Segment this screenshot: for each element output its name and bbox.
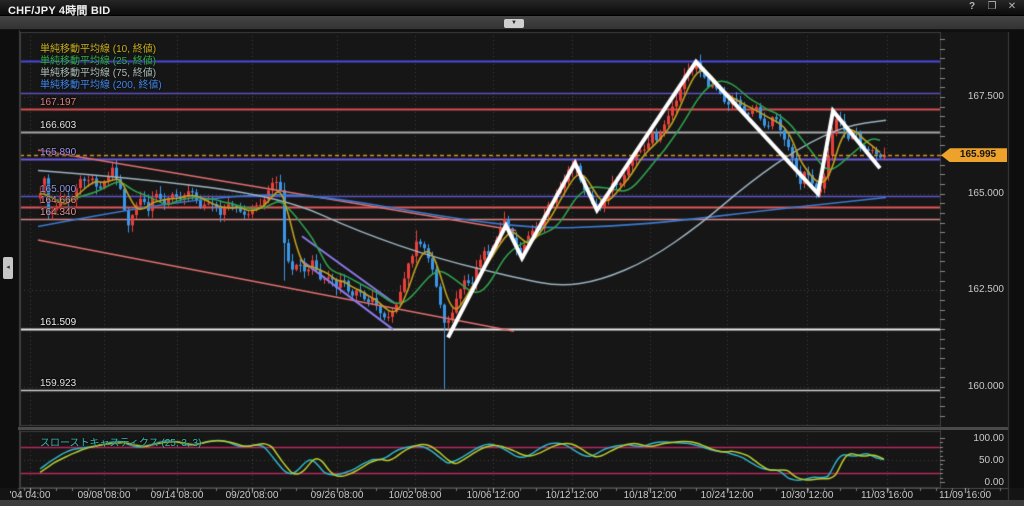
price-line-label: 164.340 [40, 207, 76, 218]
window-bottom-edge [0, 500, 1024, 506]
y-axis-label: 162.500 [948, 284, 1004, 295]
y-axis-label: 167.500 [948, 91, 1004, 102]
stoch-axis-label: 100.00 [948, 433, 1004, 444]
close-icon[interactable]: ✕ [1006, 1, 1018, 12]
stoch-axis-label: 50.00 [948, 455, 1004, 466]
price-line-label: 167.197 [40, 97, 76, 108]
y-axis-label: 165.000 [948, 188, 1004, 199]
stoch-legend: スローストキャスティクス (25, 3, 3) [40, 434, 201, 449]
side-panel-handle[interactable]: ◂ [3, 257, 13, 279]
help-button[interactable]: ? [966, 1, 978, 12]
price-line-label: 165.000 [40, 184, 76, 195]
price-line-label: 164.666 [40, 195, 76, 206]
price-line-label: 159.923 [40, 378, 76, 389]
title-bar[interactable]: CHF/JPY 4時間 BID ? ❐ ✕ [0, 0, 1024, 16]
current-price-badge: 165.995 [941, 148, 1007, 162]
pane-divider[interactable] [18, 427, 1008, 430]
window-title: CHF/JPY 4時間 BID [8, 2, 110, 18]
stoch-axis-label: 0.00 [948, 477, 1004, 488]
maximize-icon[interactable]: ❐ [986, 1, 998, 12]
price-line-label: 166.603 [40, 120, 76, 131]
toolbar-collapse-button[interactable]: ▼ [504, 19, 524, 28]
legend-sma-200: 単純移動平均線 (200, 終値) [40, 76, 162, 91]
chart-window: CHF/JPY 4時間 BID ? ❐ ✕ ▼ ◂ 単純移動平均線 (10, 終… [0, 0, 1024, 506]
price-line-label: 165.890 [40, 147, 76, 158]
y-axis-label: 160.000 [948, 381, 1004, 392]
price-line-label: 161.509 [40, 317, 76, 328]
